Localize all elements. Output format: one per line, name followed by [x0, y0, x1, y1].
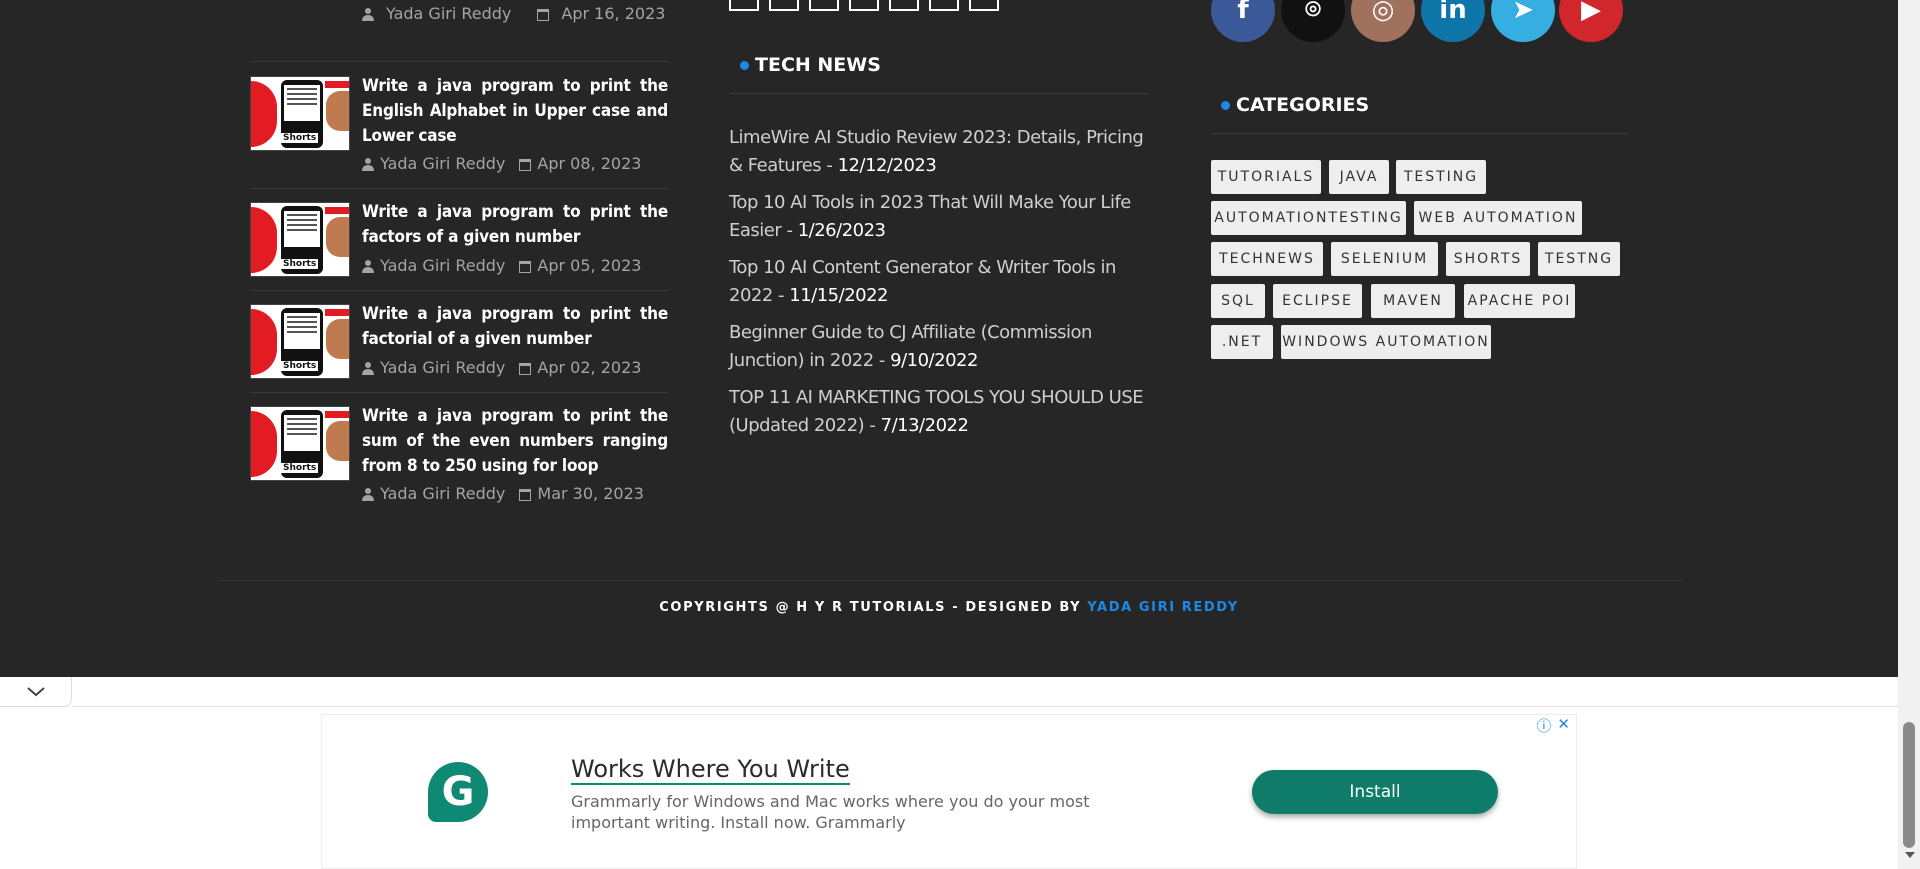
- category-tag[interactable]: .Net: [1211, 325, 1273, 359]
- post-title-link[interactable]: Write a java program to print the factor…: [362, 302, 668, 352]
- post-date: Apr 05, 2023: [537, 256, 642, 275]
- ad-card[interactable]: ⓘ ✕ G Works Where You Write Grammarly fo…: [321, 714, 1577, 869]
- news-link[interactable]: Top 10 AI Tools in 2023 That Will Make Y…: [729, 189, 1149, 245]
- scrollbar-thumb[interactable]: [1903, 722, 1915, 848]
- bullet-icon: [740, 60, 749, 70]
- divider: [250, 61, 668, 62]
- post-title-link[interactable]: Write a java program to print the factor…: [362, 200, 668, 250]
- divider: [1211, 133, 1628, 134]
- post-author[interactable]: Yada Giri Reddy: [380, 484, 505, 503]
- chevron-down-icon: [26, 686, 45, 696]
- ad-headline[interactable]: Works Where You Write: [571, 755, 850, 785]
- divider: [250, 392, 668, 393]
- divider: [729, 93, 1149, 94]
- post-meta: Yada Giri Reddy Apr 08, 2023: [362, 154, 641, 173]
- scroll-down-icon[interactable]: [1905, 852, 1915, 858]
- grammarly-logo: G: [428, 762, 488, 822]
- post-thumbnail[interactable]: Shorts: [250, 202, 350, 277]
- category-tag[interactable]: Apache POI: [1464, 284, 1575, 318]
- user-icon: [362, 7, 374, 21]
- category-tag[interactable]: Eclipse: [1273, 284, 1362, 318]
- post-author[interactable]: Yada Giri Reddy: [380, 358, 505, 377]
- install-button[interactable]: Install: [1252, 770, 1498, 814]
- category-tag[interactable]: SQL: [1211, 284, 1265, 318]
- info-icon[interactable]: ⓘ: [1536, 715, 1551, 736]
- post-author[interactable]: Yada Giri Reddy: [380, 256, 505, 275]
- post-date: Mar 30, 2023: [537, 484, 644, 503]
- category-tag[interactable]: Maven: [1371, 284, 1455, 318]
- calendar-icon: [519, 362, 532, 375]
- category-tag[interactable]: Windows Automation: [1281, 325, 1491, 359]
- list-item[interactable]: Shorts Write a java program to print the…: [250, 304, 668, 380]
- post-meta: Yada Giri Reddy Mar 30, 2023: [362, 484, 644, 503]
- post-thumbnail[interactable]: Shorts: [250, 406, 350, 481]
- calendar-icon: [519, 488, 532, 501]
- calendar-icon: [519, 260, 532, 273]
- news-link[interactable]: TOP 11 AI MARKETING TOOLS YOU SHOULD USE…: [729, 384, 1149, 440]
- list-item[interactable]: Shorts Write a java program to print the…: [250, 76, 668, 176]
- close-icon[interactable]: ✕: [1557, 715, 1570, 736]
- category-tag[interactable]: Tutorials: [1211, 160, 1321, 194]
- divider: [72, 706, 1898, 707]
- user-icon: [362, 157, 374, 171]
- copyright-text: COPYRIGHTS @ H Y R TUTORIALS - DESIGNED …: [659, 600, 1239, 615]
- post-meta: Yada Giri Reddy Apr 16, 2023: [362, 4, 665, 23]
- post-date: Apr 08, 2023: [537, 154, 642, 173]
- category-tag[interactable]: Testing: [1396, 160, 1486, 194]
- calendar-icon: [519, 158, 532, 171]
- site-footer-area: Yada Giri Reddy Apr 16, 2023 Shorts Writ…: [0, 0, 1898, 677]
- github-icon[interactable]: ⌾: [1281, 0, 1345, 42]
- list-item[interactable]: Shorts Write a java program to print the…: [250, 406, 668, 506]
- category-tag[interactable]: Web Automation: [1414, 201, 1582, 235]
- post-meta: Yada Giri Reddy Apr 02, 2023: [362, 358, 641, 377]
- post-thumbnail[interactable]: Shorts: [250, 76, 350, 151]
- post-date: Apr 02, 2023: [537, 358, 642, 377]
- user-icon: [362, 259, 374, 273]
- post-meta: Yada Giri Reddy Apr 05, 2023: [362, 256, 641, 275]
- categories-heading: CATEGORIES: [1221, 94, 1369, 116]
- instagram-icon[interactable]: ◎: [1351, 0, 1415, 42]
- post-title-link[interactable]: Write a java program to print the sum of…: [362, 404, 668, 479]
- news-link[interactable]: LimeWire AI Studio Review 2023: Details,…: [729, 124, 1149, 180]
- category-tag[interactable]: TestNG: [1538, 242, 1620, 276]
- post-title-link[interactable]: Write a java program to print the Englis…: [362, 74, 668, 149]
- ad-body-text: Grammarly for Windows and Mac works wher…: [571, 792, 1090, 832]
- category-tag[interactable]: TechNews: [1211, 242, 1323, 276]
- divider: [218, 580, 1681, 581]
- news-link[interactable]: Top 10 AI Content Generator & Writer Too…: [729, 254, 1149, 310]
- facebook-icon[interactable]: f: [1211, 0, 1275, 42]
- post-author[interactable]: Yada Giri Reddy: [380, 154, 505, 173]
- post-date: Apr 16, 2023: [561, 4, 666, 23]
- telegram-icon[interactable]: ➤: [1491, 0, 1555, 42]
- post-author[interactable]: Yada Giri Reddy: [386, 4, 511, 23]
- user-icon: [362, 361, 374, 375]
- category-tag[interactable]: Java: [1329, 160, 1389, 194]
- user-icon: [362, 487, 374, 501]
- category-tag[interactable]: Selenium: [1331, 242, 1438, 276]
- category-tag[interactable]: AutomationTesting: [1211, 201, 1406, 235]
- visitor-counter: [729, 0, 999, 11]
- ad-collapse-button[interactable]: [0, 677, 72, 707]
- divider: [250, 188, 668, 189]
- category-tag[interactable]: Shorts: [1446, 242, 1530, 276]
- post-thumbnail[interactable]: Shorts: [250, 304, 350, 379]
- designer-link[interactable]: YADA GIRI REDDY: [1087, 600, 1238, 615]
- list-item[interactable]: Shorts Write a java program to print the…: [250, 202, 668, 278]
- divider: [250, 290, 668, 291]
- linkedin-icon[interactable]: in: [1421, 0, 1485, 42]
- calendar-icon: [537, 8, 550, 21]
- bullet-icon: [1221, 100, 1230, 110]
- news-link[interactable]: Beginner Guide to CJ Affiliate (Commissi…: [729, 319, 1149, 375]
- tech-news-heading: TECH NEWS: [740, 54, 881, 76]
- youtube-icon[interactable]: ▶: [1559, 0, 1623, 42]
